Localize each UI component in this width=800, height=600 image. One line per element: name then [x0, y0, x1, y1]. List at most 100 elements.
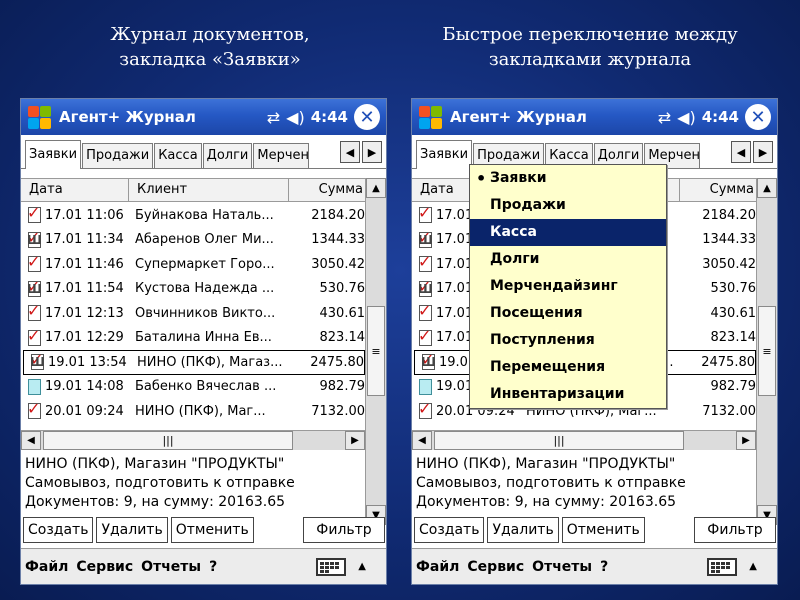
tab-zayavki[interactable]: Заявки [25, 140, 82, 169]
caption-left-line-1: Журнал документов, [110, 24, 310, 45]
table-row[interactable]: ✓17.01 11:06 Буйнакова Наталь... 2184.20 [21, 203, 365, 228]
cell-client: НИНО (ПКФ), Маг... [135, 403, 266, 419]
vertical-scroll-thumb[interactable]: ≡ [367, 306, 385, 396]
tab-scroll-left-button[interactable]: ◀ [340, 141, 360, 163]
cell-date: 20.01 09:24 [45, 403, 124, 419]
column-header-client[interactable]: Клиент [129, 179, 289, 201]
menu-help[interactable]: ? [209, 559, 217, 575]
vertical-scrollbar[interactable]: ▲ ≡ ▼ [756, 178, 777, 525]
keyboard-caret-icon[interactable]: ▲ [749, 561, 757, 572]
connectivity-icon[interactable]: ⇄ [267, 108, 280, 127]
table-row[interactable]: ✓ 20.01 09:24 НИНО (ПКФ), Маг... 7132.00 [21, 399, 365, 424]
vertical-scroll-thumb[interactable]: ≡ [758, 306, 776, 396]
document-marked-icon: ✓ Ш [418, 227, 433, 248]
table-row[interactable]: ✓17.01 12:29 Баталина Инна Ев... 823.14 [21, 326, 365, 351]
cell-sum: 2184.20 [311, 207, 365, 223]
column-header-date[interactable]: Дата [21, 179, 129, 201]
delete-button[interactable]: Удалить [96, 517, 168, 543]
close-icon[interactable]: ✕ [354, 104, 380, 130]
dropdown-item[interactable]: Инвентаризации [470, 381, 666, 408]
create-button[interactable]: Создать [414, 517, 485, 543]
keyboard-caret-icon[interactable]: ▲ [358, 561, 366, 572]
volume-icon[interactable]: ◀) [677, 108, 696, 127]
keyboard-icon[interactable] [707, 557, 738, 576]
table-row[interactable]: ✓Ш17.01 11:54 Кустова Надежда ... 530.76 [21, 277, 365, 302]
horizontal-scrollbar[interactable]: ◀ ||| ▶ [21, 430, 365, 450]
dropdown-item[interactable]: Мерчендайзинг [470, 273, 666, 300]
tab-scroll-left-button[interactable]: ◀ [731, 141, 751, 163]
volume-icon[interactable]: ◀) [286, 108, 305, 127]
close-icon[interactable]: ✕ [745, 104, 771, 130]
scroll-left-button[interactable]: ◀ [21, 431, 41, 450]
caption-right-line-2: закладками журнала [488, 49, 692, 70]
horizontal-scroll-thumb[interactable]: ||| [43, 431, 293, 450]
dropdown-item[interactable]: Касса [470, 219, 666, 246]
create-button[interactable]: Создать [23, 517, 94, 543]
tab-switch-dropdown: ЗаявкиПродажиКассаДолгиМерчендайзингПосе… [469, 164, 667, 409]
dropdown-item[interactable]: Посещения [470, 300, 666, 327]
cell-date: 19.01 14:08 [45, 379, 124, 395]
table-row[interactable]: 19.01 14:08 Бабенко Вячеслав ... 982.79 [21, 375, 365, 400]
menu-reports[interactable]: Отчеты [141, 559, 201, 575]
scroll-up-button[interactable]: ▲ [366, 178, 386, 198]
scroll-right-button[interactable]: ▶ [345, 431, 365, 450]
table-row[interactable]: ✓Ш17.01 11:34 Абаренов Олег Ми... 1344.33 [21, 228, 365, 253]
horizontal-scroll-thumb[interactable]: ||| [434, 431, 684, 450]
scroll-right-button[interactable]: ▶ [736, 431, 756, 450]
cell-date: 17.01 11:46 [45, 256, 124, 272]
tab-zayavki[interactable]: Заявки [416, 140, 473, 169]
column-header-sum[interactable]: Сумма [289, 179, 365, 201]
menu-service[interactable]: Сервис [467, 559, 524, 575]
menu-file[interactable]: Файл [416, 559, 459, 575]
table-header: Дата Клиент Сумма [21, 178, 365, 202]
cell-sum: 1344.33 [702, 232, 756, 248]
keyboard-icon[interactable] [316, 557, 347, 576]
document-checked-icon: ✓ [27, 252, 41, 273]
tab-dolgi[interactable]: Долги [202, 143, 253, 168]
tab-prodazhi[interactable]: Продажи [82, 143, 154, 168]
table-row[interactable]: ✓17.01 11:46 Супермаркет Горо... 3050.42 [21, 252, 365, 277]
windows-start-icon[interactable] [416, 103, 444, 131]
menu-service[interactable]: Сервис [76, 559, 133, 575]
dropdown-item[interactable]: Продажи [470, 192, 666, 219]
menu-reports[interactable]: Отчеты [532, 559, 592, 575]
table-row[interactable]: ✓Ш19.01 13:54 НИНО (ПКФ), Магаз... 2475.80 [23, 350, 365, 375]
selected-document-info: НИНО (ПКФ), Магазин "ПРОДУКТЫ" Самовывоз… [25, 455, 295, 512]
clock[interactable]: 4:44 [311, 108, 348, 126]
cell-date: 17.01 11:34 [45, 232, 124, 248]
cell-sum: 2475.80 [310, 354, 364, 370]
scroll-left-button[interactable]: ◀ [412, 431, 432, 450]
tab-scroll-right-button[interactable]: ▶ [753, 141, 773, 163]
cell-client: Овчинников Викто... [135, 305, 276, 321]
document-checked-icon: ✓ [27, 203, 41, 224]
filter-button[interactable]: Фильтр [694, 517, 776, 543]
dropdown-item[interactable]: Долги [470, 246, 666, 273]
device-screen-tab-switch: Агент+ Журнал ⇄ ◀) 4:44 ✕ Заявки Продажи… [411, 98, 778, 585]
tab-kassa[interactable]: Касса [154, 143, 202, 168]
cancel-button[interactable]: Отменить [561, 517, 645, 543]
delete-button[interactable]: Удалить [487, 517, 559, 543]
document-checked-icon: ✓ [418, 301, 432, 322]
tab-merch[interactable]: Мерчен [253, 143, 310, 168]
connectivity-icon[interactable]: ⇄ [658, 108, 671, 127]
app-title: Агент+ Журнал [450, 108, 587, 126]
windows-start-icon[interactable] [25, 103, 53, 131]
column-header-sum[interactable]: Сумма [680, 179, 756, 201]
tab-scroll-right-button[interactable]: ▶ [362, 141, 382, 163]
document-marked-icon: ✓ Ш [27, 276, 42, 297]
table-row[interactable]: ✓17.01 12:13 Овчинников Викто... 430.61 [21, 301, 365, 326]
menu-help[interactable]: ? [600, 559, 608, 575]
dropdown-item[interactable]: Заявки [470, 165, 666, 192]
document-checked-icon: ✓ [27, 301, 41, 322]
dropdown-item[interactable]: Перемещения [470, 354, 666, 381]
vertical-scrollbar[interactable]: ▲ ≡ ▼ [365, 178, 386, 525]
cell-date: 17.01 12:29 [45, 330, 124, 346]
draft-document-icon [418, 378, 434, 396]
scroll-up-button[interactable]: ▲ [757, 178, 777, 198]
cancel-button[interactable]: Отменить [170, 517, 254, 543]
clock[interactable]: 4:44 [702, 108, 739, 126]
menu-file[interactable]: Файл [25, 559, 68, 575]
horizontal-scrollbar[interactable]: ◀ ||| ▶ [412, 430, 756, 450]
dropdown-item[interactable]: Поступления [470, 327, 666, 354]
filter-button[interactable]: Фильтр [303, 517, 385, 543]
